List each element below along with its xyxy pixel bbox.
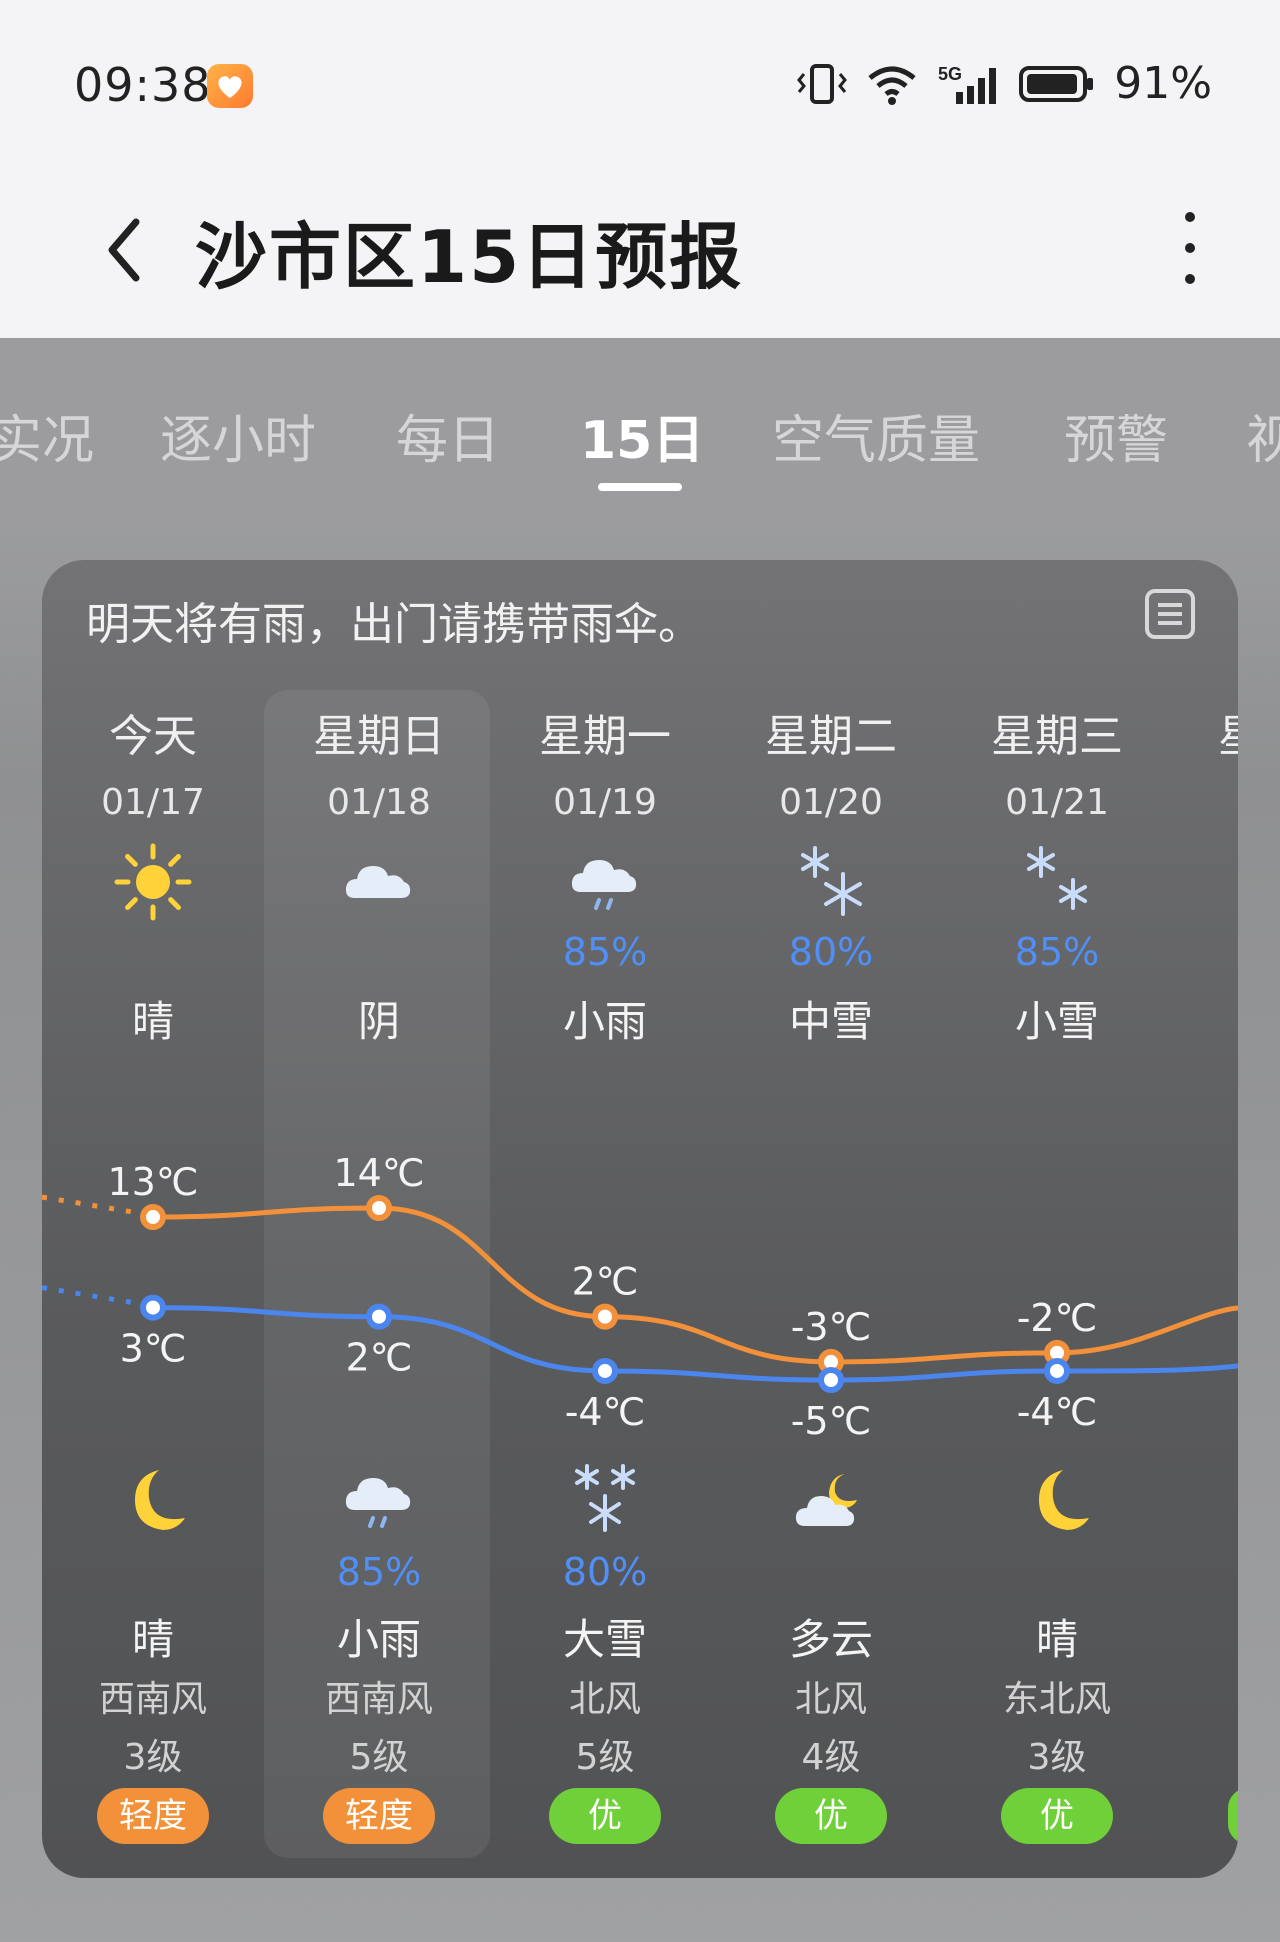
day-date: 01/18 — [327, 782, 431, 823]
battery-percent: 91% — [1114, 58, 1212, 109]
night-precip-probability: 80% — [562, 1550, 648, 1594]
sun-icon — [113, 842, 193, 922]
status-time: 09:38 — [74, 58, 212, 112]
back-arrow-icon[interactable] — [94, 210, 154, 290]
night-condition: 多云 — [788, 1615, 873, 1664]
day-column[interactable]: 星期日 01/18 阴 85% 小雨 西南风 5级 轻度 — [266, 560, 492, 1878]
day-weekday: 今天 — [109, 711, 197, 762]
day-condition: 中雪 — [788, 997, 873, 1046]
vibrate-icon — [797, 63, 848, 104]
day-column[interactable]: 星期一 01/19 85% 小雨 80% 大雪 北风 5级 优 — [492, 560, 718, 1878]
day-date: 01/17 — [101, 782, 205, 823]
health-app-icon — [207, 64, 253, 108]
day-condition: 晴 — [131, 997, 174, 1046]
rain-cloud-icon — [339, 1460, 419, 1540]
wind-level: 5级 — [575, 1737, 635, 1778]
more-options-icon[interactable] — [1178, 202, 1202, 292]
snow-heavy-icon — [565, 1460, 645, 1540]
day-condition: 小雨 — [562, 997, 647, 1046]
tab-air-quality[interactable]: 空气质量 — [772, 398, 980, 473]
night-condition: 晴 — [1035, 1615, 1078, 1664]
day-column[interactable]: 星期三 01/21 85% 小雪 晴 东北风 3级 优 — [944, 560, 1170, 1878]
night-condition: 大雪 — [562, 1615, 647, 1664]
rain-cloud-icon — [565, 842, 645, 922]
day-precip-probability: 80% — [788, 930, 874, 974]
day-condition: 小雪 — [1014, 997, 1099, 1046]
day-precip-probability: 85% — [1014, 930, 1100, 974]
tab-more-partial[interactable]: 视 — [1246, 398, 1280, 473]
forecast-card: 明天将有雨，出门请携带雨伞。 今天 01/17 晴 晴 西南风 3级 轻度 星期… — [42, 560, 1238, 1878]
status-indicators: 5G 91% — [796, 58, 1212, 109]
aqi-badge: 轻度 — [97, 1788, 209, 1844]
partial-aqi-badge — [1228, 1788, 1238, 1844]
app-header: 沙市区15日预报 — [0, 170, 1280, 338]
wind-level: 3级 — [123, 1737, 183, 1778]
partial-next-weekday: 星 — [1218, 700, 1238, 764]
wind-direction: 北风 — [794, 1679, 867, 1720]
network-label: 5G — [938, 64, 962, 84]
wind-level: 4级 — [801, 1737, 861, 1778]
active-tab-indicator — [598, 483, 682, 491]
battery-icon — [1019, 65, 1094, 102]
cloud-icon — [339, 842, 419, 922]
wifi-icon — [868, 66, 916, 105]
moon-icon — [1017, 1460, 1097, 1540]
wind-level: 3级 — [1027, 1737, 1087, 1778]
day-weekday: 星期二 — [765, 711, 897, 762]
tab-15-day[interactable]: 15日 — [580, 398, 704, 473]
cloudy-night-icon — [791, 1460, 871, 1540]
signal-5g-icon: 5G — [938, 64, 997, 104]
day-weekday: 星期三 — [991, 711, 1123, 762]
day-condition: 阴 — [357, 997, 400, 1046]
snow-medium-icon — [791, 842, 871, 922]
tab-bar: 实况 逐小时 每日 15日 空气质量 预警 视 — [0, 338, 1280, 518]
aqi-badge: 轻度 — [323, 1788, 435, 1844]
day-date: 01/20 — [779, 782, 883, 823]
wind-level: 5级 — [349, 1737, 409, 1778]
moon-icon — [113, 1460, 193, 1540]
tab-daily[interactable]: 每日 — [396, 398, 500, 473]
day-column[interactable]: 星期二 01/20 80% 中雪 多云 北风 4级 优 — [718, 560, 944, 1878]
wind-direction: 西南风 — [98, 1679, 207, 1720]
aqi-badge: 优 — [775, 1788, 887, 1844]
snow-light-icon — [1017, 842, 1097, 922]
day-date: 01/19 — [553, 782, 657, 823]
tab-live[interactable]: 实况 — [0, 398, 94, 473]
night-condition: 小雨 — [336, 1615, 421, 1664]
night-condition: 晴 — [131, 1615, 174, 1664]
wind-direction: 北风 — [568, 1679, 641, 1720]
day-weekday: 星期一 — [539, 711, 671, 762]
aqi-badge: 优 — [1001, 1788, 1113, 1844]
wind-direction: 西南风 — [324, 1679, 433, 1720]
wind-direction: 东北风 — [1002, 1679, 1111, 1720]
day-date: 01/21 — [1005, 782, 1109, 823]
status-bar: 09:38 5G 91% — [0, 0, 1280, 170]
day-weekday: 星期日 — [313, 711, 445, 762]
day-precip-probability: 85% — [562, 930, 648, 974]
night-precip-probability: 85% — [336, 1550, 422, 1594]
tab-hourly[interactable]: 逐小时 — [160, 398, 316, 473]
page-title: 沙市区15日预报 — [195, 215, 744, 299]
day-column[interactable]: 今天 01/17 晴 晴 西南风 3级 轻度 — [42, 560, 266, 1878]
tab-warnings[interactable]: 预警 — [1064, 398, 1168, 473]
aqi-badge: 优 — [549, 1788, 661, 1844]
